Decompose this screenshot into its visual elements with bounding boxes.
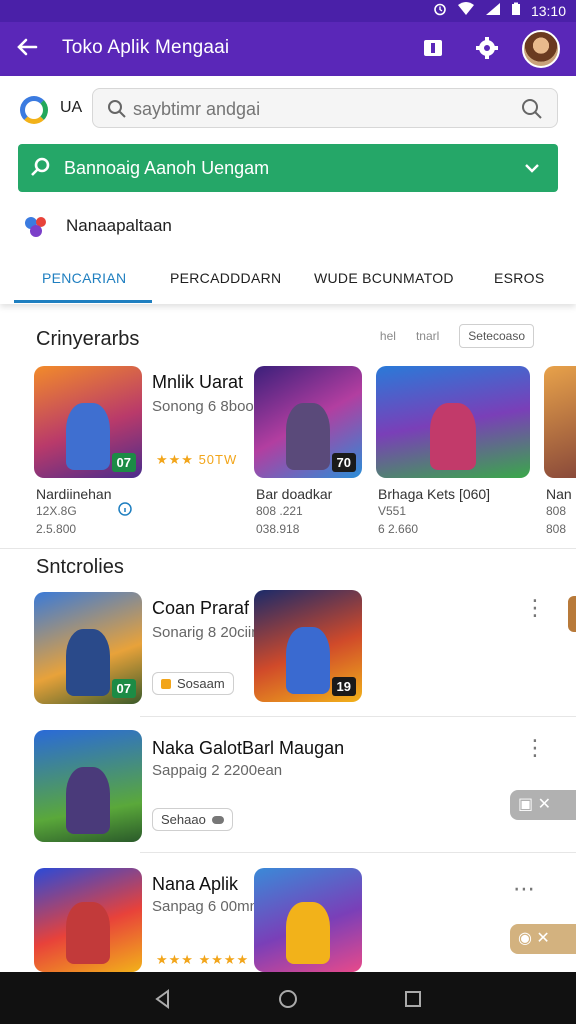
rating-stars: ★★★ 50TW [156, 452, 238, 467]
search-bar[interactable] [92, 88, 558, 128]
floating-tab[interactable]: ◉ ✕ [510, 924, 576, 954]
columns-icon[interactable] [420, 35, 446, 61]
tab-3[interactable]: WUDE BCUNMATOD [314, 270, 454, 286]
category-dropdown[interactable]: Bannoaig Aanoh Uengam [18, 144, 558, 192]
rank-badge: 07 [111, 453, 136, 472]
system-nav-bar [0, 972, 576, 1024]
game-thumbnail: 19 [254, 590, 362, 702]
app-meta: 2.5.800 [36, 522, 77, 536]
game-thumbnail [34, 868, 142, 972]
tag-label: Sehaao [161, 812, 206, 827]
cloud-icon [211, 815, 224, 824]
app-meta: V551 [378, 504, 407, 518]
tag-icon [161, 678, 171, 689]
floating-tab[interactable]: ▣ ✕ [510, 790, 576, 820]
info-icon [118, 502, 132, 519]
recents-nav-icon[interactable] [402, 988, 424, 1010]
game-thumbnail [544, 366, 576, 478]
app-subtitle: Sonarig 8 20ciin [152, 624, 260, 641]
more-icon[interactable]: ⋮ [524, 597, 546, 619]
game-thumbnail [376, 366, 530, 478]
more-icon[interactable]: ⋯ [512, 878, 536, 900]
signal-icon [485, 2, 501, 19]
tab-indicator [14, 300, 152, 303]
app-name: Nan [546, 486, 572, 502]
game-thumbnail [34, 730, 142, 842]
back-nav-icon[interactable] [152, 988, 174, 1010]
game-thumbnail: 70 [254, 366, 362, 478]
app-title: Naka GalotBarl Maugan [152, 738, 345, 758]
page-title: Toko Aplik Mengaai [62, 37, 230, 58]
search-input[interactable] [133, 97, 493, 121]
search-prefix: UA [60, 99, 83, 116]
divider [140, 852, 576, 853]
divider [140, 716, 576, 717]
tab-bar: PENCARIAN PERCADDDARN WUDE BCUNMATOD ESR… [0, 262, 576, 304]
filter-chip[interactable]: hel [380, 329, 396, 343]
tag-label: Sosaam [177, 676, 225, 691]
sort-chip[interactable]: Setecoaso [459, 324, 534, 348]
google-logo-icon [20, 96, 48, 124]
section-title: Crinyerarbs [36, 328, 140, 350]
app-meta: 12X.8G [36, 504, 77, 518]
gear-icon[interactable] [474, 35, 500, 61]
rating-stars: ★★★ ★★★★ [156, 952, 250, 967]
tab-search[interactable]: PENCARIAN [42, 270, 126, 286]
game-thumbnail: 07 [34, 592, 142, 704]
apps-logo-icon [22, 212, 50, 240]
tab-2[interactable]: PERCADDDARN [170, 270, 281, 286]
avatar[interactable] [522, 30, 560, 68]
filter-chip[interactable]: tnarl [416, 329, 439, 343]
app-subtitle: Sappaig 2 2200ean [152, 762, 283, 779]
header-card: UA Bannoaig Aanoh Uengam Nanaapaltaan PE… [0, 76, 576, 304]
alarm-icon [433, 2, 447, 19]
wifi-icon [457, 2, 475, 19]
chevron-down-icon [522, 158, 542, 183]
app-name: Bar doadkar [256, 486, 333, 502]
app-meta: 6 2.660 [378, 522, 419, 536]
status-bar: 13:10 [0, 0, 576, 22]
app-title: Nana Aplik [152, 874, 239, 894]
app-title: Coan Praraf [152, 598, 250, 618]
tag-pill[interactable]: Sosaam [152, 672, 234, 695]
app-subtitle: Sanpag 6 00mn [152, 898, 258, 915]
app-meta: 808 [546, 504, 567, 518]
tab-4[interactable]: ESROS [494, 270, 545, 286]
game-thumbnail [254, 868, 362, 972]
tag-pill[interactable]: Sehaao [152, 808, 233, 831]
app-meta: 038.918 [256, 522, 300, 536]
search-submit-icon[interactable] [521, 98, 543, 125]
back-arrow-icon[interactable] [14, 34, 42, 62]
search-icon [107, 99, 127, 124]
game-thumbnail: 07 [34, 366, 142, 478]
app-subtitle: Sonong 6 8boo [152, 398, 254, 415]
sub-header-label: Nanaapaltaan [66, 216, 172, 235]
rank-badge: 19 [331, 677, 356, 696]
rank-badge: 70 [331, 453, 356, 472]
section-filters: hel tnarl Setecoaso [380, 324, 534, 348]
app-name: Brhaga Kets [060] [378, 486, 491, 502]
rank-badge: 07 [111, 679, 136, 698]
app-title: Mnlik Uarat [152, 372, 244, 392]
category-label: Bannoaig Aanoh Uengam [64, 158, 270, 178]
section-title: Sntcrolies [36, 556, 124, 578]
app-meta: 808 .221 [256, 504, 303, 518]
divider [0, 548, 576, 549]
search-icon [30, 156, 52, 183]
scroll-peek [568, 596, 576, 632]
app-meta: 808 [546, 522, 567, 536]
app-name: Nardiinehan [36, 486, 112, 502]
battery-icon [511, 2, 521, 19]
more-icon[interactable]: ⋮ [524, 737, 546, 759]
clock-time: 13:10 [530, 2, 566, 19]
home-nav-icon[interactable] [277, 988, 299, 1010]
app-bar: Toko Aplik Mengaai [0, 22, 576, 76]
